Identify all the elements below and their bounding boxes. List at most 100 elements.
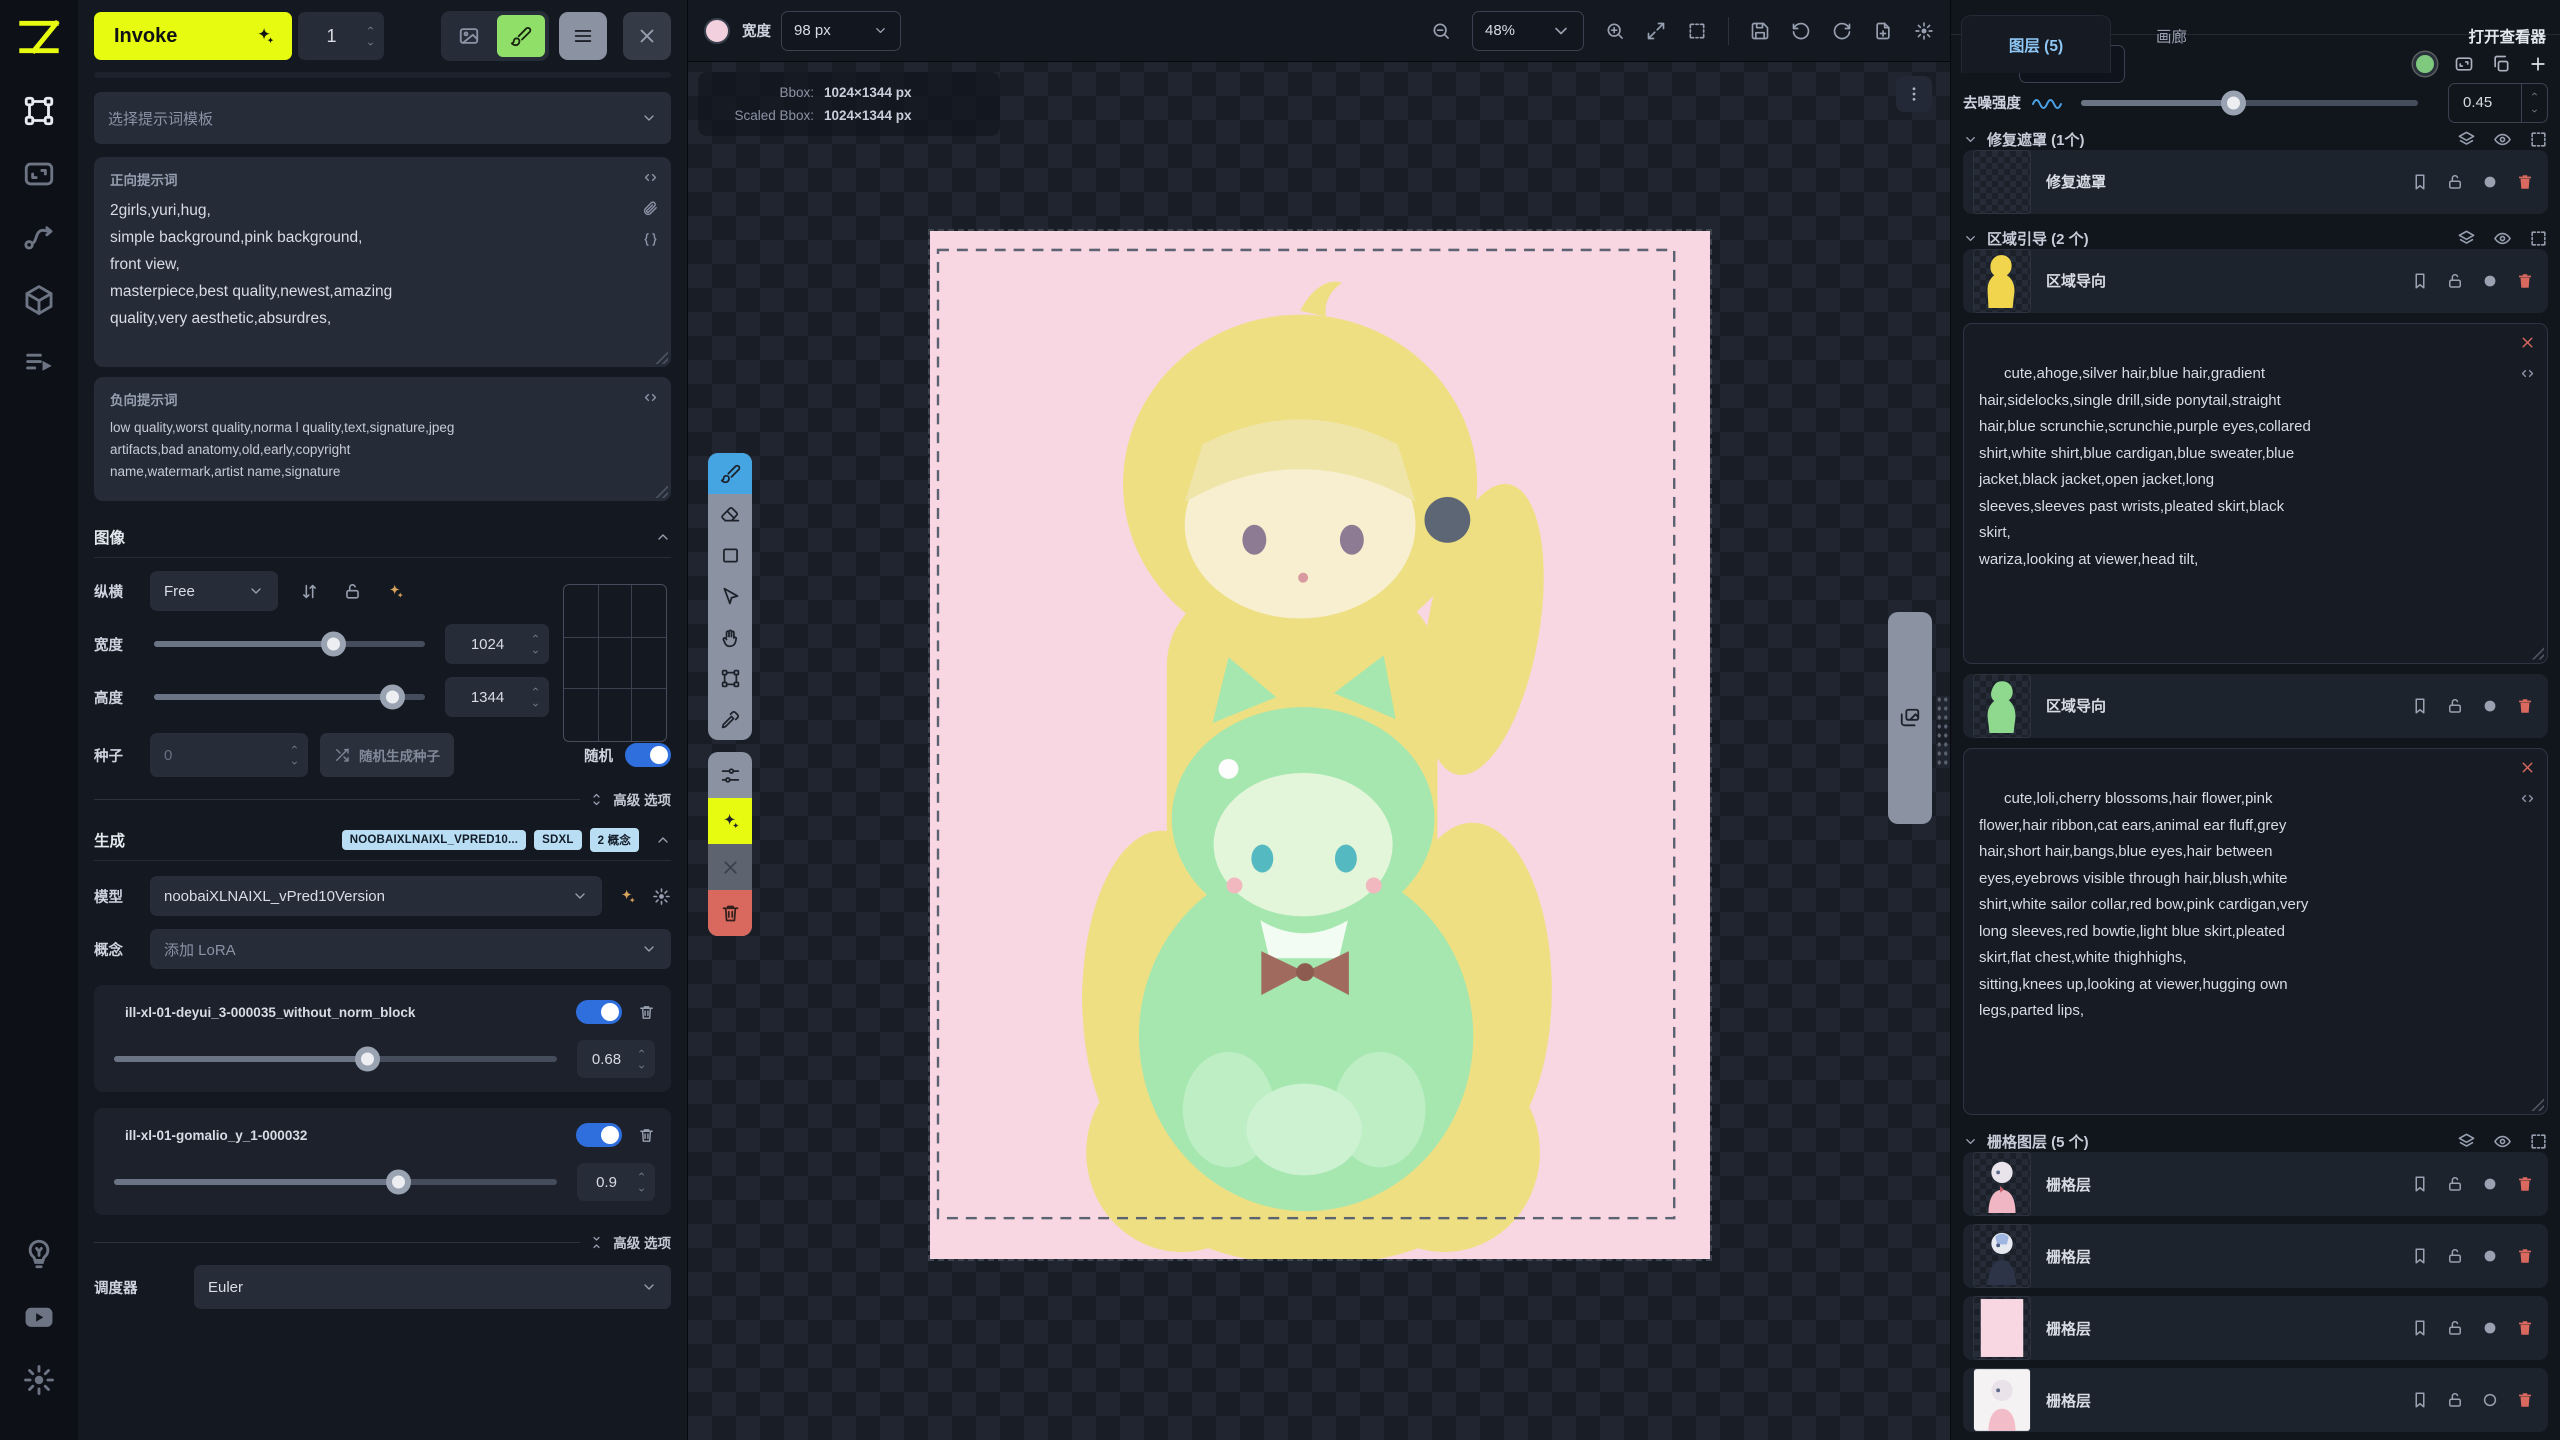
regional-prompt-box[interactable]: cute,loli,cherry blossoms,hair flower,pi…: [1963, 748, 2548, 1116]
gallery-flyout-button[interactable]: [1888, 612, 1932, 824]
cancel-region-button[interactable]: [708, 844, 752, 890]
lock-icon[interactable]: [2446, 1391, 2464, 1409]
invoke-region-button[interactable]: [708, 798, 752, 844]
delete-layer-icon[interactable]: [2516, 173, 2534, 191]
enabled-indicator-icon[interactable]: [2481, 1391, 2499, 1409]
raster-layer-item[interactable]: 栅格层: [1963, 1368, 2548, 1432]
lock-aspect-icon[interactable]: [343, 582, 362, 601]
lock-icon[interactable]: [2446, 1247, 2464, 1265]
brush-width-select[interactable]: 98 px: [781, 11, 901, 51]
delete-layer-icon[interactable]: [2516, 272, 2534, 290]
negative-prompt-text[interactable]: low quality,worst quality,norma l qualit…: [110, 417, 619, 483]
image-section-header[interactable]: 图像: [94, 516, 671, 558]
layers-icon[interactable]: [2457, 130, 2476, 149]
bookmark-icon[interactable]: [2411, 1247, 2429, 1265]
bbox-icon[interactable]: [2529, 1132, 2548, 1151]
increment-icon[interactable]: [636, 1170, 647, 1178]
enabled-indicator-icon[interactable]: [2481, 697, 2499, 715]
model-default-settings-icon[interactable]: [618, 887, 637, 906]
bookmark-icon[interactable]: [2411, 173, 2429, 191]
resize-grip[interactable]: [2529, 1096, 2544, 1111]
remove-prompt-icon[interactable]: [2519, 334, 2536, 351]
enabled-indicator-icon[interactable]: [2481, 1319, 2499, 1337]
collapse-icon[interactable]: [655, 832, 671, 848]
panel-resize-handle[interactable]: [1936, 695, 1949, 765]
increment-icon[interactable]: [636, 1047, 647, 1055]
increment-icon[interactable]: [365, 24, 376, 32]
canvas-image[interactable]: [928, 229, 1712, 1261]
menu-button[interactable]: [559, 12, 607, 60]
tab-layers[interactable]: 图层 (5): [1961, 15, 2111, 73]
regional-guidance-item[interactable]: 区域导向: [1963, 249, 2548, 313]
seed-input[interactable]: 0: [150, 733, 308, 777]
tool-eyedropper[interactable]: [708, 699, 752, 740]
lock-icon[interactable]: [2446, 173, 2464, 191]
raster-layer-item[interactable]: 栅格层: [1963, 1152, 2548, 1216]
bookmark-icon[interactable]: [2411, 272, 2429, 290]
denoise-input[interactable]: 0.45: [2448, 83, 2548, 123]
scheduler-select[interactable]: Euler: [194, 1265, 671, 1309]
tool-move[interactable]: [708, 576, 752, 617]
canvas-settings-icon[interactable]: [1914, 21, 1934, 41]
embedding-icon[interactable]: [2519, 790, 2536, 807]
invoke-button[interactable]: Invoke: [94, 12, 292, 60]
cancel-button[interactable]: [623, 12, 671, 60]
delete-lora-icon[interactable]: [638, 1004, 655, 1021]
new-brush-layer-button[interactable]: [497, 15, 545, 57]
layers-icon[interactable]: [2457, 1132, 2476, 1151]
resize-grip[interactable]: [653, 483, 668, 498]
enabled-indicator-icon[interactable]: [2481, 1247, 2499, 1265]
decrement-icon[interactable]: [530, 648, 541, 656]
support-icon[interactable]: [22, 1237, 56, 1271]
tab-models-icon[interactable]: [22, 283, 56, 317]
lora-weight-input[interactable]: 0.68: [577, 1040, 655, 1078]
enabled-indicator-icon[interactable]: [2481, 173, 2499, 191]
open-viewer-button[interactable]: 打开查看器: [2468, 0, 2546, 72]
visibility-icon[interactable]: [2493, 1132, 2512, 1151]
tab-canvas-icon[interactable]: [22, 94, 56, 128]
model-select[interactable]: noobaiXLNAIXL_vPred10Version: [150, 876, 602, 916]
inpaint-mask-section-header[interactable]: 修复遮罩 (1个): [1963, 129, 2548, 150]
regional-prompt-text[interactable]: cute,loli,cherry blossoms,hair flower,pi…: [1979, 790, 2308, 1019]
delete-lora-icon[interactable]: [638, 1127, 655, 1144]
tool-bbox[interactable]: [708, 658, 752, 699]
settings-icon[interactable]: [22, 1363, 56, 1397]
embedding-icon[interactable]: [2519, 365, 2536, 382]
lock-icon[interactable]: [2446, 697, 2464, 715]
delete-layer-icon[interactable]: [2516, 1175, 2534, 1193]
fit-to-view-icon[interactable]: [1646, 21, 1666, 41]
positive-prompt-box[interactable]: 正向提示词 2girls,yuri,hug, simple background…: [94, 157, 671, 367]
save-canvas-icon[interactable]: [1750, 21, 1770, 41]
tool-brush[interactable]: [708, 453, 752, 494]
braces-icon[interactable]: [642, 231, 659, 248]
lock-icon[interactable]: [2446, 272, 2464, 290]
regional-guidance-section-header[interactable]: 区域引导 (2 个): [1963, 228, 2548, 249]
bookmark-icon[interactable]: [2411, 697, 2429, 715]
increment-icon[interactable]: [530, 632, 541, 640]
width-slider[interactable]: [154, 641, 425, 647]
decrement-icon[interactable]: [636, 1063, 647, 1071]
brush-color-swatch[interactable]: [704, 18, 730, 44]
generation-section-header[interactable]: 生成 NOOBAIXLNAIXL_VPRED10... SDXL 2 概念: [94, 819, 671, 861]
raster-layer-item[interactable]: 栅格层: [1963, 1296, 2548, 1360]
embedding-icon[interactable]: [642, 389, 659, 406]
increment-icon[interactable]: [530, 685, 541, 693]
bookmark-icon[interactable]: [2411, 1175, 2429, 1193]
layers-icon[interactable]: [2457, 229, 2476, 248]
zoom-in-icon[interactable]: [1605, 21, 1625, 41]
canvas-area[interactable]: 宽度 98 px 48%: [688, 0, 1950, 1440]
fit-bbox-icon[interactable]: [1687, 21, 1707, 41]
tab-workflows-icon[interactable]: [22, 220, 56, 254]
resize-grip[interactable]: [653, 349, 668, 364]
lora-enabled-toggle[interactable]: [576, 1123, 622, 1147]
bookmark-icon[interactable]: [2411, 1319, 2429, 1337]
undo-icon[interactable]: [1791, 21, 1811, 41]
delete-layer-button[interactable]: [708, 890, 752, 936]
regional-prompt-box[interactable]: cute,ahoge,silver hair,blue hair,gradien…: [1963, 323, 2548, 664]
increment-icon[interactable]: [2529, 90, 2540, 98]
resize-grip[interactable]: [2529, 645, 2544, 660]
negative-prompt-box[interactable]: 负向提示词 low quality,worst quality,norma l …: [94, 377, 671, 501]
attach-icon[interactable]: [642, 200, 659, 217]
add-lora-select[interactable]: 添加 LoRA: [150, 929, 671, 969]
visibility-icon[interactable]: [2493, 229, 2512, 248]
